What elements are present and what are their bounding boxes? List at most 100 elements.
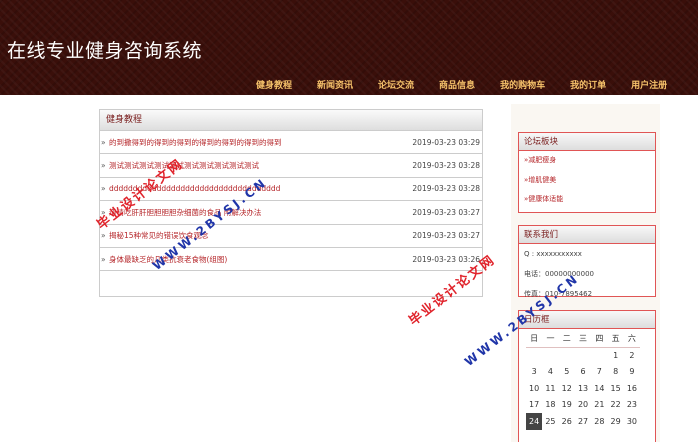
calendar-weekday-row: 日 一 二 三 四 五 六 <box>526 331 641 348</box>
bullet-icon: » <box>101 207 106 217</box>
calendar-day[interactable]: 2 <box>624 347 640 364</box>
calendar-day[interactable]: 14 <box>591 380 607 397</box>
calendar-day <box>526 347 542 364</box>
list-item-date: 2019-03-23 03:27 <box>412 207 480 217</box>
calendar-day[interactable]: 17 <box>526 397 542 414</box>
calendar-day[interactable]: 10 <box>526 380 542 397</box>
calendar-week-row: 3456789 <box>526 364 640 381</box>
list-item-title[interactable]: 测试测试测试测试测试测试测试测试测试测试 <box>109 160 412 171</box>
main-nav: 健身教程 新闻资讯 论坛交流 商品信息 我的购物车 我的订单 用户注册 <box>246 78 667 94</box>
list-item-date: 2019-03-23 03:28 <box>412 161 480 171</box>
calendar-days: 1 2 3 4 5 6 7 8 9 10 11 12 13 14 15 16 17 18 19 20 21 22 23 24 2… <box>526 347 640 430</box>
calendar-weekday: 一 <box>542 331 559 348</box>
calendar-day[interactable]: 15 <box>607 380 623 397</box>
list-item-date: 2019-03-23 03:27 <box>412 231 480 241</box>
calendar-weekday: 四 <box>591 331 608 348</box>
calendar-day <box>575 347 591 364</box>
forum-link-fitness[interactable]: »健康体适能 <box>519 190 655 210</box>
calendar-day[interactable]: 20 <box>575 397 591 414</box>
calendar-day <box>542 347 558 364</box>
panel-title: 健身教程 <box>100 110 482 131</box>
nav-item-news[interactable]: 新闻资讯 <box>317 78 353 94</box>
list-item-date: 2019-03-23 03:29 <box>412 137 480 147</box>
calendar-day[interactable]: 19 <box>559 397 575 414</box>
calendar-day[interactable]: 28 <box>591 413 607 430</box>
list-item[interactable]: » 的到撒得到的得到的得到的得到的得到的得到的得到 2019-03-23 03:… <box>100 131 482 155</box>
list-item-title[interactable]: 的到撒得到的得到的得到的得到的得到的得到的得到 <box>109 137 412 148</box>
nav-item-cart[interactable]: 我的购物车 <box>500 78 545 94</box>
calendar-weekday: 五 <box>607 331 624 348</box>
contact-phone: 电话：00000000000 <box>524 270 594 278</box>
calendar-day[interactable]: 16 <box>624 380 640 397</box>
site-title: 在线专业健身咨询系统 <box>7 40 203 62</box>
forum-box: 论坛板块 »减肥瘦身 »增肌健美 »健康体适能 <box>518 132 656 213</box>
contact-box: 联系我们 Q : xxxxxxxxxxx 电话：00000000000 传真：0… <box>518 225 656 298</box>
list-item[interactable]: » 道请吃肝肝胆胆胆胆杂细菌的食品 附解决办法 2019-03-23 03:27 <box>100 201 482 225</box>
calendar-day <box>591 347 607 364</box>
calendar-day[interactable]: 5 <box>559 364 575 381</box>
calendar-week-row: 12 <box>526 347 640 364</box>
calendar-day[interactable]: 27 <box>575 413 591 430</box>
calendar-week-row: 17 18 19 20 21 22 23 <box>526 397 640 414</box>
calendar-day[interactable]: 3 <box>526 364 542 381</box>
calendar-day[interactable]: 26 <box>559 413 575 430</box>
contact-fax: 传真：010-7895462 <box>524 290 593 298</box>
calendar-day[interactable]: 11 <box>542 380 558 397</box>
bullet-icon: » <box>101 184 106 194</box>
list-item[interactable]: » 身体最缺乏的几类抗衰老食物(组图) 2019-03-23 03:26 <box>100 248 482 272</box>
list-item-title[interactable]: 身体最缺乏的几类抗衰老食物(组图) <box>109 254 412 265</box>
calendar-day <box>559 347 575 364</box>
nav-item-register[interactable]: 用户注册 <box>631 78 667 94</box>
contact-box-title: 联系我们 <box>519 226 655 244</box>
site-header: 在线专业健身咨询系统 健身教程 新闻资讯 论坛交流 商品信息 我的购物车 我的订… <box>0 0 698 95</box>
calendar-day[interactable]: 1 <box>607 347 623 364</box>
forum-link-weight-loss[interactable]: »减肥瘦身 <box>519 151 655 171</box>
nav-item-orders[interactable]: 我的订单 <box>570 78 606 94</box>
calendar-day[interactable]: 18 <box>542 397 558 414</box>
bullet-icon: » <box>101 254 106 264</box>
list-item-title[interactable]: dddddddddddddddddddddddddddddddddddd <box>109 184 412 193</box>
sidebar: 论坛板块 »减肥瘦身 »增肌健美 »健康体适能 联系我们 Q : xxxxxxx… <box>511 104 660 442</box>
tutorial-panel: 健身教程 » 的到撒得到的得到的得到的得到的得到的得到的得到 2019-03-2… <box>99 109 483 297</box>
bullet-icon: » <box>101 137 106 147</box>
calendar-weekday: 二 <box>558 331 575 348</box>
list-item-title[interactable]: 道请吃肝肝胆胆胆胆杂细菌的食品 附解决办法 <box>109 207 412 218</box>
list-item[interactable]: » 揭秘15种常见的错误饮食观念 2019-03-23 03:27 <box>100 225 482 248</box>
calendar-grid: 日 一 二 三 四 五 六 1 2 3 4 5 6 7 8 9 10 11 12 13 14 15 16 17 1… <box>526 331 641 430</box>
nav-item-products[interactable]: 商品信息 <box>439 78 475 94</box>
calendar-day[interactable]: 30 <box>624 413 640 430</box>
list-item-title[interactable]: 揭秘15种常见的错误饮食观念 <box>109 230 412 241</box>
nav-item-forum[interactable]: 论坛交流 <box>378 78 414 94</box>
forum-link-bodybuilding[interactable]: »增肌健美 <box>519 171 655 191</box>
calendar-day[interactable]: 7 <box>591 364 607 381</box>
bullet-icon: » <box>101 161 106 171</box>
calendar-week-row: 10 11 12 13 14 15 16 <box>526 380 640 397</box>
bullet-icon: » <box>101 231 106 241</box>
calendar-day[interactable]: 8 <box>607 364 623 381</box>
calendar-day[interactable]: 25 <box>542 413 558 430</box>
calendar-day[interactable]: 23 <box>624 397 640 414</box>
calendar-day[interactable]: 13 <box>575 380 591 397</box>
calendar-weekday: 日 <box>526 331 543 348</box>
contact-qq: Q : xxxxxxxxxxx <box>524 250 582 258</box>
calendar-day[interactable]: 29 <box>607 413 623 430</box>
calendar-box-title: 日历框 <box>519 311 655 329</box>
list-item-date: 2019-03-23 03:26 <box>412 254 480 264</box>
calendar-weekday: 三 <box>574 331 592 348</box>
list-item-date: 2019-03-23 03:28 <box>412 184 480 194</box>
calendar-week-row: 24 25 26 27 28 29 30 <box>526 413 640 430</box>
calendar-day[interactable]: 24 <box>526 413 543 430</box>
list-item[interactable]: » 测试测试测试测试测试测试测试测试测试测试 2019-03-23 03:28 <box>100 154 482 178</box>
nav-item-tutorials[interactable]: 健身教程 <box>256 78 292 94</box>
calendar-day[interactable]: 9 <box>624 364 640 381</box>
tutorial-list: » 的到撒得到的得到的得到的得到的得到的得到的得到 2019-03-23 03:… <box>100 131 482 272</box>
forum-box-title: 论坛板块 <box>519 133 655 151</box>
calendar-day[interactable]: 6 <box>575 364 591 381</box>
calendar-day[interactable]: 21 <box>591 397 607 414</box>
calendar-weekday: 六 <box>623 331 641 348</box>
list-item[interactable]: » dddddddddddddddddddddddddddddddddddd 2… <box>100 178 482 202</box>
calendar-day[interactable]: 12 <box>559 380 575 397</box>
calendar-day[interactable]: 4 <box>542 364 558 381</box>
calendar-day[interactable]: 22 <box>607 397 623 414</box>
calendar-box: 日历框 日 一 二 三 四 五 六 1 2 3 4 5 6 7 8 9 10 11 12 13 14 15 1… <box>518 310 656 442</box>
